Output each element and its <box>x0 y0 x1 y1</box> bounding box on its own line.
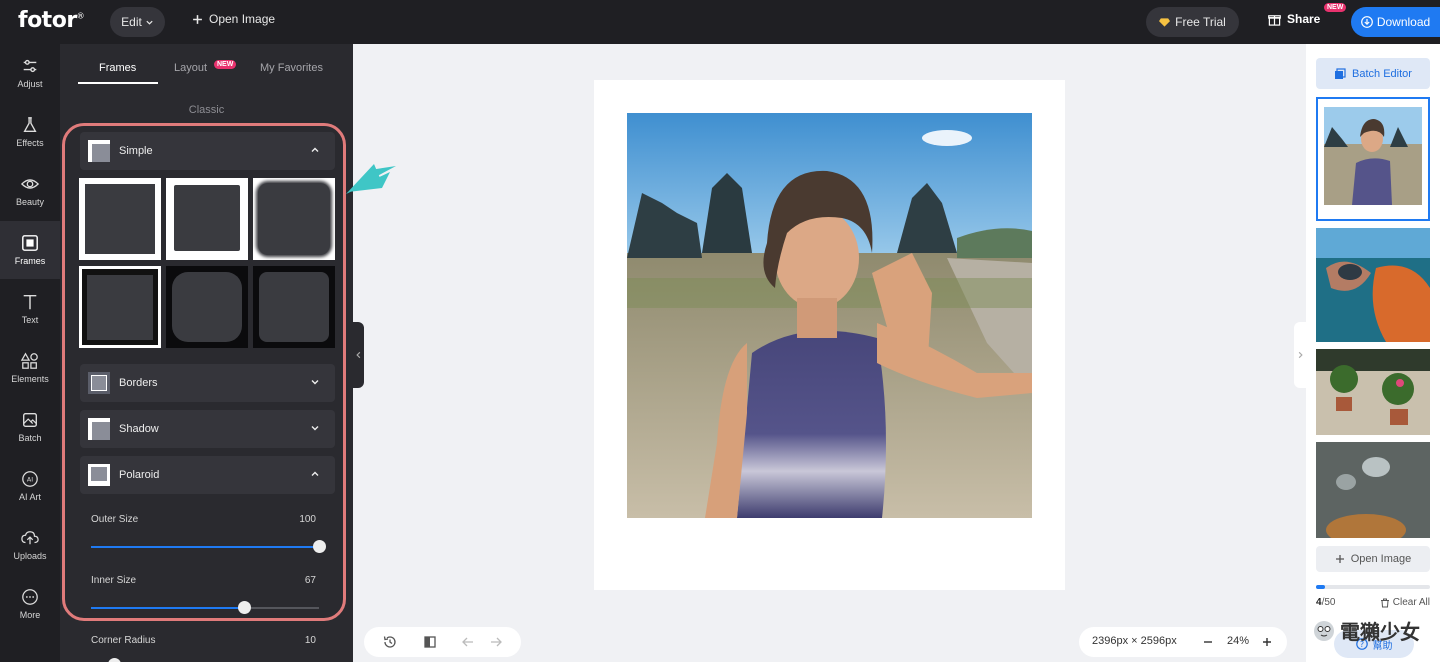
tab-my-favorites[interactable]: My Favorites <box>260 62 323 74</box>
rail-item-more[interactable]: More <box>0 575 60 633</box>
tab-frames[interactable]: Frames <box>99 62 136 74</box>
gift-icon <box>1268 14 1281 26</box>
eye-icon <box>21 179 39 189</box>
canvas-size-bar: 2396px × 2596px 24% <box>1079 627 1287 657</box>
top-bar: fotor® Edit Open Image Free Trial Share … <box>0 0 1440 44</box>
batch-progress-fill <box>1316 585 1326 589</box>
zoom-in-icon[interactable] <box>1262 637 1272 647</box>
thumbnail-image <box>1316 228 1430 342</box>
rail-item-elements[interactable]: Elements <box>0 339 60 397</box>
more-icon <box>22 589 38 605</box>
rail-item-frames[interactable]: Frames <box>0 221 60 279</box>
batch-thumbnail[interactable] <box>1316 97 1430 221</box>
download-icon <box>1360 16 1373 28</box>
thumbnail-image <box>1318 99 1428 219</box>
history-toolbar <box>364 627 521 657</box>
rail-item-ai-art[interactable]: AI AI Art <box>0 457 60 515</box>
tool-rail: Adjust Effects Beauty Frames Text Elemen… <box>0 44 60 662</box>
batch-editor-button[interactable]: Batch Editor <box>1316 58 1430 89</box>
rail-item-batch[interactable]: Batch <box>0 398 60 456</box>
rail-item-effects[interactable]: Effects <box>0 103 60 161</box>
sliders-icon <box>23 59 37 73</box>
zoom-level: 24% <box>1227 635 1250 647</box>
annotation-highlight <box>62 123 346 621</box>
panel-tabs: Frames Layout NEW My Favorites <box>78 60 338 84</box>
redo-icon[interactable] <box>489 635 503 649</box>
fotor-logo[interactable]: fotor® <box>18 8 85 33</box>
svg-text:AI: AI <box>27 477 33 484</box>
slider-knob[interactable] <box>107 658 121 662</box>
ai-icon: AI <box>22 471 38 487</box>
share-button[interactable]: Share NEW <box>1268 3 1347 26</box>
batch-panel: Batch Editor Open Image 4/50 Clear All <box>1306 44 1440 662</box>
right-open-image-button[interactable]: Open Image <box>1316 546 1430 572</box>
annotation-arrow-icon <box>346 164 396 194</box>
watermark: 電獺少女 <box>1312 616 1420 645</box>
open-image-button[interactable]: Open Image <box>192 12 275 26</box>
zoom-out-icon[interactable] <box>1203 637 1213 647</box>
shapes-icon <box>21 352 38 369</box>
compare-icon[interactable] <box>423 635 437 649</box>
clear-all-button[interactable]: Clear All <box>1380 597 1430 608</box>
download-button[interactable]: Download <box>1351 7 1440 37</box>
cloud-upload-icon <box>21 531 39 545</box>
right-panel-collapse-button[interactable] <box>1294 322 1306 388</box>
rail-item-beauty[interactable]: Beauty <box>0 162 60 220</box>
canvas-dimensions: 2396px × 2596px <box>1092 635 1177 647</box>
batch-count: 4/50 <box>1316 597 1336 608</box>
tab-layout[interactable]: Layout NEW <box>174 60 237 74</box>
edit-menu-button[interactable]: Edit <box>110 7 165 37</box>
chevron-down-icon <box>146 20 153 25</box>
photo-image <box>627 113 1032 518</box>
active-tab-underline <box>78 82 158 84</box>
trash-icon <box>1380 598 1389 607</box>
batch-thumbnail[interactable] <box>1316 442 1430 538</box>
chevron-right-icon <box>1298 351 1303 359</box>
canvas-photo[interactable] <box>627 113 1032 518</box>
flask-icon <box>23 117 37 132</box>
section-label-classic: Classic <box>188 104 225 116</box>
slider-value-corner-radius: 10 <box>304 635 316 646</box>
new-badge: NEW <box>1324 3 1347 12</box>
new-badge: NEW <box>214 60 237 69</box>
rail-item-uploads[interactable]: Uploads <box>0 516 60 574</box>
panel-collapse-button[interactable] <box>353 322 364 388</box>
batch-icon <box>1335 67 1346 79</box>
batch-progress-bar <box>1316 585 1430 589</box>
image-stack-icon <box>23 413 37 427</box>
thumbnail-image <box>1316 442 1430 538</box>
batch-thumbnail[interactable] <box>1316 228 1430 342</box>
otter-logo-icon <box>1314 620 1334 641</box>
plus-icon <box>1335 555 1344 563</box>
chevron-left-icon <box>356 351 361 359</box>
plus-icon <box>193 14 202 24</box>
frame-icon <box>22 235 38 251</box>
history-icon[interactable] <box>383 635 397 649</box>
thumbnail-image <box>1316 349 1430 435</box>
rail-item-adjust[interactable]: Adjust <box>0 44 60 102</box>
slider-label-corner-radius: Corner Radius <box>91 635 156 646</box>
diamond-icon <box>1159 18 1171 27</box>
undo-icon[interactable] <box>461 635 475 649</box>
batch-thumbnail[interactable] <box>1316 349 1430 435</box>
text-icon <box>23 294 37 310</box>
free-trial-button[interactable]: Free Trial <box>1146 7 1239 37</box>
rail-item-text[interactable]: Text <box>0 280 60 338</box>
